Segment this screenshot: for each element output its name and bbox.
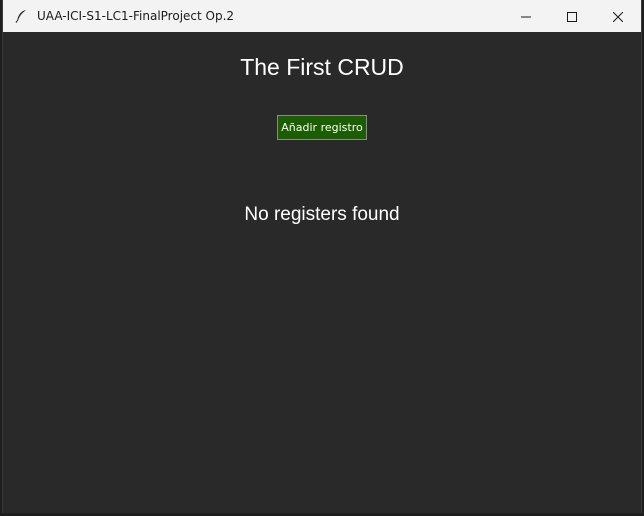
- maximize-button[interactable]: [549, 0, 595, 32]
- close-button[interactable]: [595, 0, 641, 32]
- feather-icon: [13, 8, 29, 24]
- maximize-icon: [567, 7, 577, 26]
- window-title: UAA-ICI-S1-LC1-FinalProject Op.2: [37, 9, 235, 23]
- app-window: UAA-ICI-S1-LC1-FinalProject Op.2 The Fir…: [2, 0, 642, 513]
- minimize-icon: [521, 7, 531, 26]
- title-bar[interactable]: UAA-ICI-S1-LC1-FinalProject Op.2: [3, 0, 641, 32]
- add-record-button[interactable]: Añadir registro: [277, 115, 367, 140]
- page-title: The First CRUD: [240, 54, 404, 80]
- main-content: The First CRUD Añadir registro No regist…: [3, 32, 641, 513]
- window-controls: [503, 0, 641, 32]
- empty-state-message: No registers found: [244, 204, 400, 225]
- minimize-button[interactable]: [503, 0, 549, 32]
- close-icon: [612, 7, 624, 26]
